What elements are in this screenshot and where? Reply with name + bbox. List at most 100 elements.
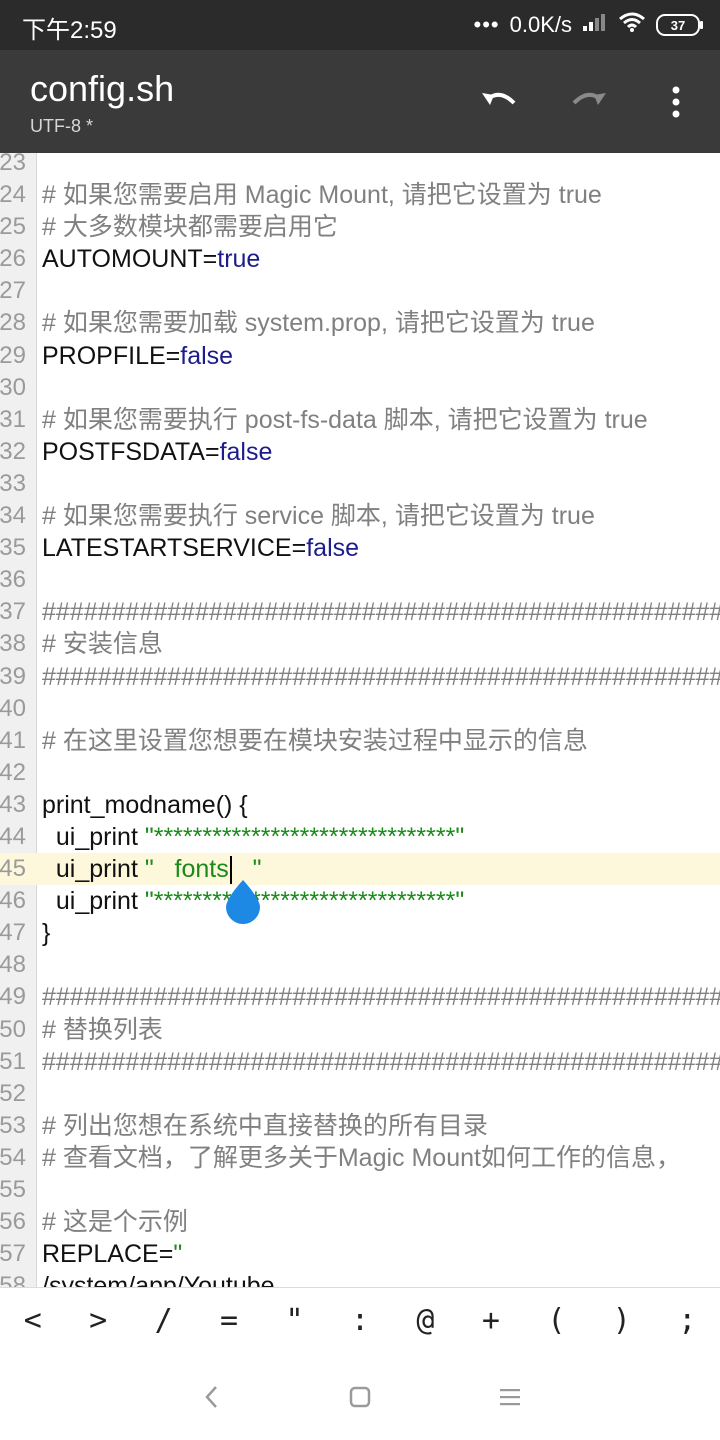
line-content[interactable]: AUTOMOUNT=true [42,243,260,275]
line-content[interactable]: # 如果您需要执行 post-fs-data 脚本, 请把它设置为 true [42,404,648,436]
code-string: "*******************************" [144,822,465,851]
code-line[interactable]: 28 # 如果您需要加载 system.prop, 请把它设置为 true [0,307,720,339]
code-line[interactable]: 26 AUTOMOUNT=true [0,243,720,275]
undo-button[interactable] [476,78,524,126]
line-number: 41 [0,726,26,754]
line-number: 38 [0,630,26,658]
code-line[interactable]: 56 # 这是个示例 [0,1206,720,1238]
symbol-key[interactable]: : [327,1288,392,1354]
code-line[interactable]: 42 [0,757,720,789]
code-line[interactable]: 37 ######################################… [0,596,720,628]
line-content[interactable]: # 替换列表 [42,1014,163,1046]
code-line[interactable]: 31 # 如果您需要执行 post-fs-data 脚本, 请把它设置为 true [0,404,720,436]
code-line[interactable]: 32 POSTFSDATA=false [0,436,720,468]
code-line[interactable]: 53 # 列出您想在系统中直接替换的所有目录 [0,1110,720,1142]
code-line[interactable]: 43 print_modname() { [0,789,720,821]
code-editor[interactable]: 23 24 # 如果您需要启用 Magic Mount, 请把它设置为 true 25… [0,153,720,1287]
code-line[interactable]: 27 [0,275,720,307]
line-content[interactable]: ########################################… [42,661,720,693]
code-line[interactable]: 23 [0,153,720,179]
line-number: 36 [0,566,26,594]
code-line[interactable]: 35 LATESTARTSERVICE=false [0,532,720,564]
code-lines[interactable]: 23 24 # 如果您需要启用 Magic Mount, 请把它设置为 true 25… [0,153,720,1287]
symbol-key[interactable]: + [458,1288,523,1354]
symbol-key[interactable]: = [196,1288,261,1354]
navigation-bar [0,1354,720,1440]
symbol-key[interactable]: ( [524,1288,589,1354]
nav-back-button[interactable] [192,1379,232,1415]
back-icon [205,1386,217,1408]
line-content[interactable]: } [42,917,50,949]
line-content[interactable]: REPLACE=" [42,1238,182,1270]
code-line[interactable]: 34 # 如果您需要执行 service 脚本, 请把它设置为 true [0,500,720,532]
code-line[interactable]: 54 # 查看文档，了解更多关于Magic Mount如何工作的信息， [0,1142,720,1174]
code-line[interactable]: 58/system/app/Youtube [0,1270,720,1287]
code-line[interactable]: 29 PROPFILE=false [0,340,720,372]
symbol-key[interactable]: ) [589,1288,654,1354]
line-content[interactable]: # 查看文档，了解更多关于Magic Mount如何工作的信息， [42,1142,681,1174]
nav-home-button[interactable] [340,1379,380,1415]
more-options-button[interactable] [652,78,700,126]
status-time: 下午2:59 [22,17,117,44]
line-content[interactable]: /system/app/Youtube [42,1270,275,1287]
symbol-key[interactable]: ; [655,1288,720,1354]
line-number: 58 [0,1272,26,1287]
status-right: ••• 0.0K/s 37 [473,10,703,40]
code-line[interactable]: 46 ui_print "***************************… [0,885,720,917]
line-content[interactable]: PROPFILE=false [42,340,233,372]
notification-dots: ••• [473,12,500,37]
symbol-key[interactable]: < [0,1288,65,1354]
line-number: 55 [0,1176,26,1203]
code-line[interactable]: 57 REPLACE=" [0,1238,720,1270]
line-content[interactable]: ui_print "******************************… [42,821,464,853]
symbol-key[interactable]: > [65,1288,130,1354]
line-content[interactable]: POSTFSDATA=false [42,436,272,468]
code-comment: # 替换列表 [42,1015,163,1044]
code-text: ui_print [42,822,145,851]
code-line[interactable]: 52 [0,1078,720,1110]
line-number: 54 [0,1143,26,1171]
code-text: POSTFSDATA= [42,437,220,466]
code-line[interactable]: 55 [0,1174,720,1206]
code-text: ui_print [42,887,145,916]
code-line[interactable]: 30 [0,372,720,404]
code-line[interactable]: 33 [0,468,720,500]
line-number: 53 [0,1111,26,1139]
nav-recents-button[interactable] [490,1379,530,1415]
symbol-key[interactable]: / [131,1288,196,1354]
code-line[interactable]: 49 ######################################… [0,981,720,1013]
code-text: } [42,919,51,948]
symbol-key[interactable]: " [262,1288,327,1354]
code-text: PROPFILE= [42,341,181,370]
line-content[interactable]: # 如果您需要执行 service 脚本, 请把它设置为 true [42,500,595,532]
code-line[interactable]: 44 ui_print "***************************… [0,821,720,853]
text-selection-handle[interactable] [224,880,262,924]
code-line[interactable]: 51 ######################################… [0,1046,720,1078]
line-content[interactable]: # 在这里设置您想要在模块安装过程中显示的信息 [42,725,588,757]
code-line[interactable]: 50 # 替换列表 [0,1014,720,1046]
line-content[interactable]: # 如果您需要启用 Magic Mount, 请把它设置为 true [42,179,602,211]
code-line[interactable]: 47} [0,917,720,949]
code-line[interactable]: 48 [0,949,720,981]
code-comment: ########################################… [42,983,720,1012]
line-content[interactable]: ########################################… [42,1046,720,1078]
line-content[interactable]: # 安装信息 [42,628,163,660]
symbol-key[interactable]: @ [393,1288,458,1354]
line-content[interactable]: # 这是个示例 [42,1206,188,1238]
code-line[interactable]: 38 # 安装信息 [0,628,720,660]
line-content[interactable]: ########################################… [42,981,720,1013]
line-content[interactable]: # 如果您需要加载 system.prop, 请把它设置为 true [42,307,595,339]
code-line[interactable]: 45 ui_print " fonts " [0,853,720,886]
line-content[interactable]: # 列出您想在系统中直接替换的所有目录 [42,1110,488,1142]
code-line[interactable]: 25 # 大多数模块都需要启用它 [0,211,720,243]
code-line[interactable]: 41 # 在这里设置您想要在模块安装过程中显示的信息 [0,725,720,757]
line-content[interactable]: # 大多数模块都需要启用它 [42,211,338,243]
code-line[interactable]: 40 [0,693,720,725]
redo-button[interactable] [564,78,612,126]
code-line[interactable]: 24 # 如果您需要启用 Magic Mount, 请把它设置为 true [0,179,720,211]
line-content[interactable]: LATESTARTSERVICE=false [42,532,359,564]
code-line[interactable]: 36 [0,564,720,596]
line-content[interactable]: print_modname() { [42,789,248,821]
code-line[interactable]: 39 ######################################… [0,661,720,693]
line-content[interactable]: ########################################… [42,596,720,628]
